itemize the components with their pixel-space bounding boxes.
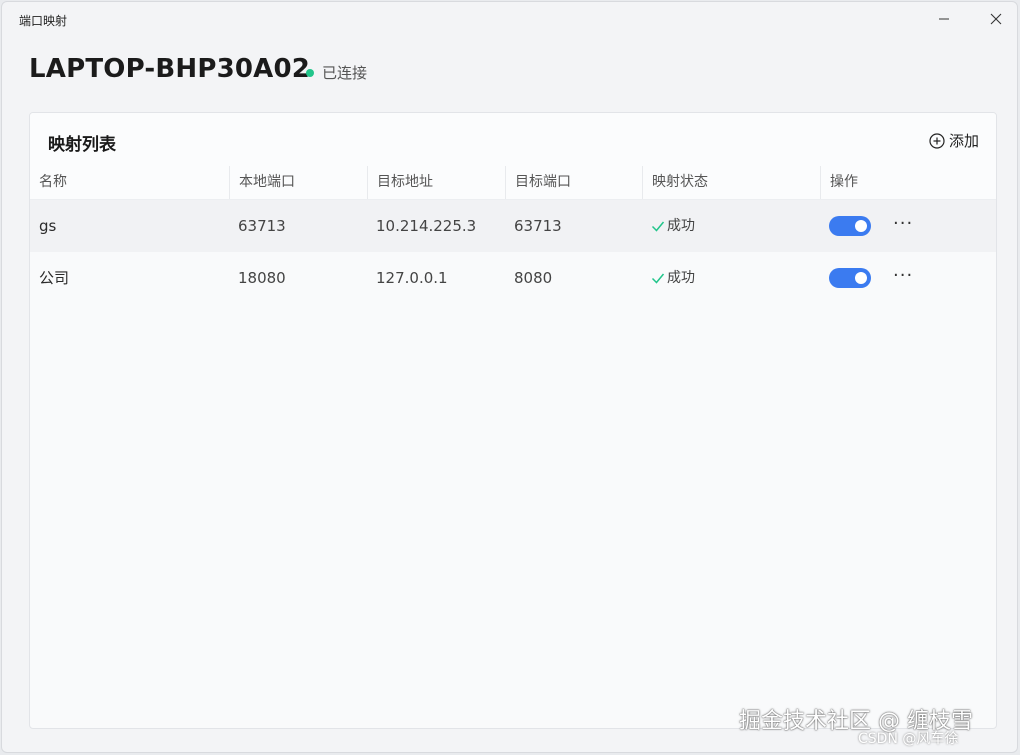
enable-toggle[interactable] xyxy=(829,216,871,236)
cell-target-address: 127.0.0.1 xyxy=(376,269,448,287)
column-header-name[interactable]: 名称 xyxy=(30,166,229,199)
cell-local-port: 18080 xyxy=(238,269,286,287)
column-header-local-port[interactable]: 本地端口 xyxy=(229,166,367,199)
minimize-icon xyxy=(939,18,949,20)
add-label: 添加 xyxy=(948,132,979,150)
mapping-list-card: 映射列表 添加 名称 本地端口 目标地址 目标端口 映射状态 操作 gs 637… xyxy=(29,112,997,729)
cell-target-address: 10.214.225.3 xyxy=(376,217,477,235)
close-icon xyxy=(990,13,1002,25)
plus-circle-icon xyxy=(929,132,945,149)
more-options-icon[interactable]: ··· xyxy=(893,215,913,233)
table-row[interactable]: gs 63713 10.214.225.3 63713 成功 ··· xyxy=(30,200,996,252)
column-header-mapping-status[interactable]: 映射状态 xyxy=(642,166,820,199)
cell-status: 成功 xyxy=(642,252,820,304)
table-header: 名称 本地端口 目标地址 目标端口 映射状态 操作 xyxy=(30,166,996,200)
cell-local-port: 63713 xyxy=(238,217,286,235)
status-dot-icon xyxy=(306,68,314,77)
cell-target-port: 63713 xyxy=(514,217,562,235)
title-bar: 端口映射 xyxy=(2,2,1017,36)
cell-status: 成功 xyxy=(642,200,820,252)
check-icon xyxy=(651,271,665,285)
card-title: 映射列表 xyxy=(48,135,116,155)
status-text: 已连接 xyxy=(322,64,368,82)
cell-actions: ··· xyxy=(820,252,996,304)
cell-actions: ··· xyxy=(820,200,996,252)
watermark-csdn: CSDN @风车徐 xyxy=(858,731,959,747)
device-name: LAPTOP-BHP30A02 xyxy=(29,54,311,84)
window-title: 端口映射 xyxy=(19,14,68,28)
add-mapping-button[interactable]: 添加 xyxy=(929,130,979,151)
column-header-actions[interactable]: 操作 xyxy=(820,166,996,199)
connection-status: 已连接 xyxy=(306,62,367,83)
close-button[interactable] xyxy=(983,8,1009,30)
mapping-table: 名称 本地端口 目标地址 目标端口 映射状态 操作 gs 63713 10.21… xyxy=(30,166,996,304)
table-row[interactable]: 公司 18080 127.0.0.1 8080 成功 ··· xyxy=(30,252,996,304)
toggle-knob xyxy=(855,272,867,284)
toggle-knob xyxy=(855,220,867,232)
enable-toggle[interactable] xyxy=(829,268,871,288)
column-header-target-address[interactable]: 目标地址 xyxy=(367,166,505,199)
cell-target-port: 8080 xyxy=(514,269,553,287)
minimize-button[interactable] xyxy=(931,8,957,30)
card-header: 映射列表 添加 xyxy=(30,113,996,167)
more-options-icon[interactable]: ··· xyxy=(893,267,913,285)
check-icon xyxy=(651,219,665,233)
app-window: 端口映射 LAPTOP-BHP30A02 已连接 映射列表 添加 名称 本地端口 xyxy=(1,1,1018,753)
status-label: 成功 xyxy=(667,270,695,286)
cell-name: 公司 xyxy=(39,269,70,287)
status-label: 成功 xyxy=(667,218,695,234)
column-header-target-port[interactable]: 目标端口 xyxy=(505,166,642,199)
cell-name: gs xyxy=(39,217,57,235)
